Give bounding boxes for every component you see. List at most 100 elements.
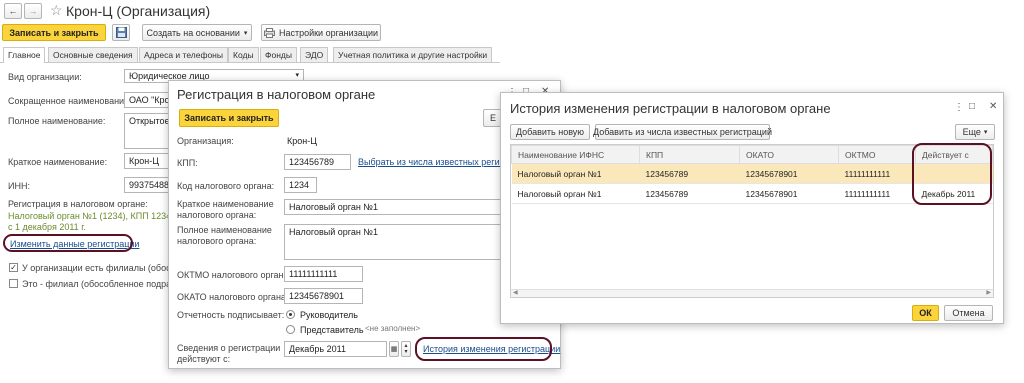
spin-button[interactable]: ▴ ▾ <box>401 341 411 357</box>
col-oktmo[interactable]: ОКТМО <box>838 145 916 164</box>
create-based-button[interactable]: Создать на основании ▾ <box>142 24 252 41</box>
branches-label: У организации есть филиалы (обособле <box>22 263 191 273</box>
back-button[interactable]: ← <box>4 3 22 19</box>
signer-label: Отчетность подписывает: <box>177 310 285 320</box>
tabs-baseline <box>0 62 500 63</box>
favorite-star-icon[interactable]: ☆ <box>50 2 63 19</box>
scroll-left-icon[interactable]: ◀ <box>513 289 518 296</box>
forward-button[interactable]: → <box>24 3 42 19</box>
add-known-button[interactable]: Добавить из числа известных регистраций <box>593 124 772 140</box>
highlight-change-registration <box>3 234 133 252</box>
signer-rep-label: Представитель <box>300 325 364 335</box>
col-ifns-name[interactable]: Наименование ИФНС <box>511 145 640 164</box>
cell-ifns-name: Налоговый орган №1 <box>511 183 640 204</box>
tab-codes[interactable]: Коды <box>228 47 259 62</box>
cancel-label: Отмена <box>952 308 985 318</box>
tax-brief-name-field[interactable]: Налоговый орган №1 <box>284 199 501 215</box>
tax-code-field[interactable]: 1234 <box>284 177 317 193</box>
horizontal-scrollbar[interactable]: ◀ ▶ <box>511 289 993 297</box>
ok-button[interactable]: ОК <box>912 305 939 321</box>
history-close-icon[interactable]: ✕ <box>989 101 997 112</box>
tax-okato-label: ОКАТО налогового органа: <box>177 292 289 302</box>
history-dialog-title: История изменения регистрации в налогово… <box>510 101 831 116</box>
save-close-button[interactable]: Записать и закрыть <box>2 24 106 41</box>
branches-checkbox[interactable]: ✓ <box>9 263 18 272</box>
is-branch-label: Это - филиал (обособленное подразде <box>22 279 186 289</box>
tab-funds[interactable]: Фонды <box>260 47 297 62</box>
add-new-button[interactable]: Добавить новую <box>510 124 590 140</box>
scroll-right-icon[interactable]: ▶ <box>986 289 991 296</box>
printer-icon <box>263 27 275 38</box>
tax-code-label: Код налогового органа: <box>177 181 275 191</box>
reg-org-value: Крон-Ц <box>287 136 317 146</box>
org-settings-button[interactable]: Настройки организации <box>261 24 381 41</box>
col-okato[interactable]: ОКАТО <box>739 145 839 164</box>
tab-addresses[interactable]: Адреса и телефоны <box>139 47 228 62</box>
valid-from-field[interactable]: Декабрь 2011 <box>284 341 387 357</box>
floppy-disk-icon <box>115 27 127 38</box>
org-settings-label: Настройки организации <box>278 27 379 38</box>
not-filled-label: <не заполнен> <box>365 324 421 333</box>
cell-okato: 12345678901 <box>739 183 839 204</box>
pick-known-registration-link[interactable]: Выбрать из числа известных регистра <box>358 157 518 167</box>
dropdown-arrow-icon: ▾ <box>243 29 248 37</box>
reg-org-label: Организация: <box>177 136 234 146</box>
ok-label: ОК <box>919 308 932 318</box>
tab-edo[interactable]: ЭДО <box>300 47 329 62</box>
tab-basic-info[interactable]: Основные сведения <box>48 47 138 62</box>
history-more-menu-icon[interactable]: ⋮ <box>954 102 964 113</box>
tax-reg-info: Налоговый орган №1 (1234), КПП 12345 <box>8 211 177 221</box>
cell-ifns-name: Налоговый орган №1 <box>511 163 640 184</box>
cell-kpp: 123456789 <box>639 163 740 184</box>
tab-main[interactable]: Главное <box>3 47 46 63</box>
signer-rep-radio[interactable] <box>286 325 295 334</box>
history-more-label: Еще <box>962 127 981 137</box>
cell-okato: 12345678901 <box>739 163 839 184</box>
create-based-label: Создать на основании <box>146 27 240 38</box>
registration-history-dialog: История изменения регистрации в налогово… <box>500 92 1004 324</box>
tax-reg-date: с 1 декабря 2011 г. <box>8 222 86 232</box>
short-name-label: Сокращенное наименование: <box>8 96 132 106</box>
forward-arrow-icon: → <box>28 6 38 16</box>
highlight-history-link <box>415 337 552 361</box>
back-arrow-icon: ← <box>8 6 18 16</box>
col-kpp[interactable]: КПП <box>639 145 740 164</box>
valid-from-label-2: действуют с: <box>177 354 231 364</box>
tax-brief-name-label: Краткое наименование <box>177 199 274 209</box>
calendar-button[interactable]: ▦ <box>389 341 399 357</box>
reg-save-close-label: Записать и закрыть <box>184 113 274 123</box>
reg-more-label: Е <box>489 113 496 123</box>
history-maximize-icon[interactable]: □ <box>969 101 975 112</box>
tab-accounting-policy[interactable]: Учетная политика и другие настройки <box>333 47 493 62</box>
tax-oktmo-field[interactable]: 11111111111 <box>284 266 363 282</box>
reg-save-close-button[interactable]: Записать и закрыть <box>179 109 279 127</box>
window-title: Крон-Ц (Организация) <box>66 3 211 19</box>
tax-full-name-field[interactable]: Налоговый орган №1 <box>284 224 501 260</box>
inn-label: ИНН: <box>8 181 30 191</box>
org-type-label: Вид организации: <box>8 72 82 82</box>
save-icon-button[interactable] <box>112 24 130 41</box>
cell-oktmo: 11111111111 <box>838 163 916 184</box>
spin-arrows-icon: ▴ ▾ <box>404 343 408 355</box>
tax-brief-name-label-2: налогового органа: <box>177 210 257 220</box>
signer-head-radio[interactable] <box>286 310 295 319</box>
brief-name-label: Краткое наименование: <box>8 157 108 167</box>
cell-oktmo: 11111111111 <box>838 183 916 204</box>
signer-head-label: Руководитель <box>300 310 358 320</box>
reg-kpp-label: КПП: <box>177 158 198 168</box>
cancel-button[interactable]: Отмена <box>944 305 993 321</box>
reg-kpp-field[interactable]: 123456789 <box>284 154 351 170</box>
add-known-label: Добавить из числа известных регистраций <box>593 127 772 137</box>
save-close-label: Записать и закрыть <box>9 27 99 38</box>
dropdown-arrow-icon: ▾ <box>295 72 299 79</box>
cell-kpp: 123456789 <box>639 183 740 204</box>
tax-oktmo-label: ОКТМО налогового органа: <box>177 270 292 280</box>
history-more-button[interactable]: Еще ▾ <box>955 124 995 140</box>
tax-full-name-label-2: налогового органа: <box>177 236 257 246</box>
dropdown-arrow-icon: ▾ <box>983 129 988 136</box>
calendar-icon: ▦ <box>390 346 398 353</box>
tax-okato-field[interactable]: 12345678901 <box>284 288 363 304</box>
is-branch-checkbox[interactable] <box>9 279 18 288</box>
full-name-label: Полное наименование: <box>8 116 106 126</box>
tax-reg-label: Регистрация в налоговом органе: <box>8 199 148 209</box>
